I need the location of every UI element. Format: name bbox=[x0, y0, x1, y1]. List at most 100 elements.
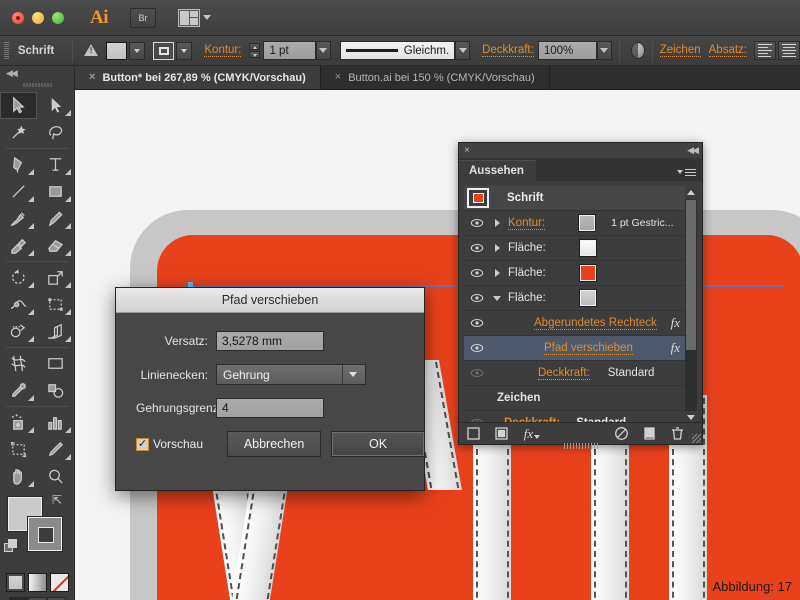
row-label[interactable]: Pfad verschieben bbox=[544, 342, 633, 355]
zoom-window-button[interactable] bbox=[52, 11, 64, 24]
blob-brush-tool[interactable] bbox=[0, 232, 37, 259]
row-swatch[interactable] bbox=[579, 215, 596, 231]
row-swatch[interactable] bbox=[579, 240, 596, 256]
panel-resize-grip[interactable] bbox=[692, 434, 701, 443]
row-label[interactable]: Fläche: bbox=[508, 242, 546, 254]
panel-scrollbar[interactable] bbox=[685, 186, 697, 424]
character-label[interactable]: Zeichen bbox=[659, 44, 701, 57]
zoom-tool[interactable] bbox=[37, 463, 74, 490]
panel-menu-icon[interactable] bbox=[677, 168, 702, 182]
perspective-grid-tool[interactable] bbox=[37, 318, 74, 345]
type-tool[interactable] bbox=[37, 151, 74, 178]
opacity-label[interactable]: Deckkraft: bbox=[482, 44, 534, 57]
scroll-thumb[interactable] bbox=[686, 200, 696, 350]
row-label[interactable]: Kontur: bbox=[508, 217, 546, 230]
direct-selection-tool[interactable] bbox=[37, 92, 74, 119]
eyedropper-tool[interactable] bbox=[0, 377, 37, 404]
stroke-weight-dropdown[interactable] bbox=[315, 41, 331, 60]
row-zeichen[interactable]: Zeichen bbox=[464, 386, 686, 411]
close-icon[interactable]: × bbox=[464, 145, 470, 156]
row-label[interactable]: Fläche: bbox=[508, 292, 546, 304]
hand-tool[interactable] bbox=[0, 463, 37, 490]
tools-panel-collapse[interactable]: ◀◀ bbox=[0, 66, 74, 80]
rotate-tool[interactable] bbox=[0, 264, 37, 291]
symbol-sprayer-tool[interactable] bbox=[0, 409, 37, 436]
versatz-input[interactable]: 3,5278 mm bbox=[216, 331, 324, 351]
shape-builder-tool[interactable] bbox=[0, 318, 37, 345]
tab-button-active[interactable]: × Button* bei 267,89 % (CMYK/Vorschau) bbox=[75, 66, 321, 89]
stroke-weight-stepper[interactable] bbox=[249, 43, 261, 58]
vorschau-checkbox[interactable]: ✓ Vorschau bbox=[136, 437, 203, 451]
column-graph-tool[interactable] bbox=[37, 409, 74, 436]
gradient-mode-button[interactable] bbox=[27, 573, 47, 592]
visibility-icon[interactable] bbox=[464, 343, 490, 353]
free-transform-tool[interactable] bbox=[37, 291, 74, 318]
chevron-right-icon[interactable] bbox=[490, 269, 504, 277]
arrange-documents-button[interactable] bbox=[178, 8, 211, 27]
scale-tool[interactable] bbox=[37, 264, 74, 291]
paragraph-label[interactable]: Absatz: bbox=[708, 44, 747, 57]
align-center-icon[interactable] bbox=[777, 41, 800, 60]
visibility-icon[interactable] bbox=[464, 243, 490, 253]
chevron-down-icon[interactable] bbox=[490, 295, 504, 301]
opacity-dropdown[interactable] bbox=[596, 41, 612, 60]
clear-appearance-icon[interactable] bbox=[607, 426, 635, 441]
rectangle-tool[interactable] bbox=[37, 178, 74, 205]
visibility-icon[interactable] bbox=[464, 318, 490, 328]
row-deckkraft-1[interactable]: Deckkraft: Standard bbox=[464, 361, 686, 386]
gehrungsgrenze-input[interactable]: 4 bbox=[216, 398, 324, 418]
selection-tool[interactable] bbox=[0, 92, 37, 119]
paintbrush-tool[interactable] bbox=[0, 205, 37, 232]
tools-panel-grip[interactable] bbox=[22, 80, 52, 89]
minimize-window-button[interactable] bbox=[32, 11, 44, 24]
row-label[interactable]: Abgerundetes Rechteck bbox=[534, 317, 657, 330]
chevron-right-icon[interactable] bbox=[490, 219, 504, 227]
row-pfad-verschieben[interactable]: Pfad verschieben fx bbox=[464, 336, 686, 361]
effect-icon[interactable]: fx bbox=[671, 340, 680, 356]
opacity-icon[interactable] bbox=[630, 42, 645, 59]
tab-button-secondary[interactable]: × Button.ai bei 150 % (CMYK/Vorschau) bbox=[321, 66, 550, 89]
row-swatch[interactable] bbox=[579, 265, 596, 281]
close-icon[interactable]: × bbox=[335, 72, 341, 83]
tab-aussehen[interactable]: Aussehen bbox=[459, 160, 536, 181]
add-new-fill-icon[interactable] bbox=[487, 426, 515, 441]
opacity-input[interactable]: 100% bbox=[537, 41, 597, 60]
cancel-button[interactable]: Abbrechen bbox=[227, 431, 322, 457]
add-new-stroke-icon[interactable] bbox=[459, 426, 487, 441]
visibility-icon[interactable] bbox=[464, 268, 490, 278]
color-mode-button[interactable] bbox=[5, 573, 25, 592]
width-tool[interactable] bbox=[0, 291, 37, 318]
row-flaeche-2[interactable]: Fläche: bbox=[464, 261, 686, 286]
appearance-target-row[interactable]: Schrift bbox=[464, 186, 686, 211]
control-bar-grip[interactable] bbox=[4, 41, 9, 60]
slice-tool[interactable] bbox=[37, 436, 74, 463]
stroke-label[interactable]: Kontur: bbox=[204, 44, 242, 57]
visibility-icon[interactable] bbox=[464, 218, 490, 228]
mesh-tool[interactable] bbox=[0, 350, 37, 377]
stroke-profile-dropdown[interactable] bbox=[455, 41, 471, 60]
row-flaeche-3[interactable]: Fläche: bbox=[464, 286, 686, 311]
eraser-tool[interactable] bbox=[37, 232, 74, 259]
fill-swatch[interactable] bbox=[106, 41, 128, 60]
row-swatch[interactable] bbox=[579, 290, 596, 306]
stroke-color-swatch[interactable] bbox=[28, 517, 62, 551]
linienecken-select[interactable]: Gehrung bbox=[216, 364, 366, 385]
checkbox-box[interactable]: ✓ bbox=[136, 437, 149, 451]
lasso-tool[interactable] bbox=[37, 119, 74, 146]
magic-wand-tool[interactable] bbox=[0, 119, 37, 146]
ok-button[interactable]: OK bbox=[331, 431, 426, 457]
visibility-icon[interactable] bbox=[464, 293, 490, 303]
row-flaeche-1[interactable]: Fläche: bbox=[464, 236, 686, 261]
pencil-tool[interactable] bbox=[37, 205, 74, 232]
effect-icon[interactable]: fx bbox=[671, 315, 680, 331]
stroke-weight-input[interactable]: 1 pt bbox=[263, 41, 316, 60]
stroke-swatch[interactable] bbox=[153, 41, 175, 60]
align-left-icon[interactable] bbox=[753, 41, 776, 60]
gradient-tool[interactable] bbox=[37, 350, 74, 377]
scroll-up-icon[interactable] bbox=[685, 186, 697, 199]
line-segment-tool[interactable] bbox=[0, 178, 37, 205]
row-abgerundetes-rechteck[interactable]: Abgerundetes Rechteck fx bbox=[464, 311, 686, 336]
stroke-dropdown-button[interactable] bbox=[176, 41, 193, 60]
row-label[interactable]: Deckkraft: bbox=[538, 367, 590, 380]
panel-title-bar[interactable]: × ◀◀ bbox=[459, 143, 702, 158]
